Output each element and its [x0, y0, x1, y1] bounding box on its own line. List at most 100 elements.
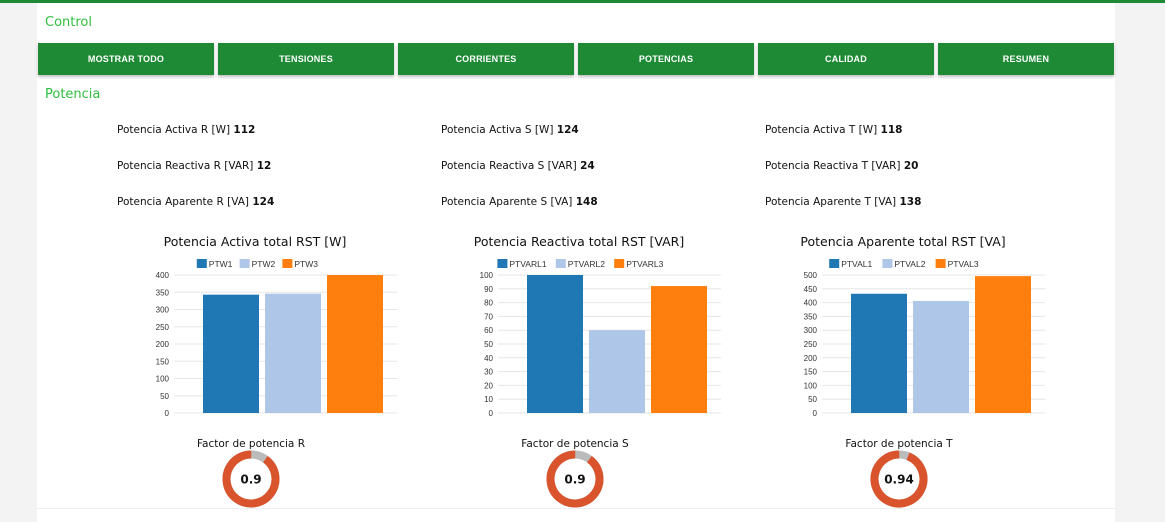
y-tick-label: 400	[804, 299, 818, 308]
y-tick-label: 10	[484, 395, 493, 404]
metric-label: Potencia Activa T [W]	[765, 124, 878, 136]
y-tick-label: 20	[484, 381, 493, 390]
metric-value: 138	[899, 196, 922, 208]
bar-ptvarl1	[527, 275, 583, 413]
legend-swatch	[196, 259, 207, 268]
gauge-title-s: Factor de potencia S	[521, 438, 629, 450]
metric-activa-r: Potencia Activa R [W] 112	[117, 124, 255, 136]
y-tick-label: 70	[484, 312, 493, 321]
mostrar-todo-button[interactable]: MOSTRAR TODO	[38, 43, 214, 75]
legend-label: PTW1	[209, 259, 233, 269]
y-tick-label: 200	[156, 340, 170, 349]
legend-label: PTVAL1	[841, 259, 872, 269]
metric-label: Potencia Reactiva T [VAR]	[765, 160, 901, 172]
chart-potencia-reactiva: Potencia Reactiva total RST [VAR] PTVARL1…	[474, 234, 721, 418]
metric-value: 12	[256, 160, 272, 172]
y-tick-label: 500	[804, 271, 818, 280]
legend-swatch	[882, 259, 893, 268]
y-tick-label: 400	[156, 271, 170, 280]
gauge-value: 0.9	[564, 473, 585, 487]
potencia-section-title: Potencia	[45, 87, 101, 102]
metric-value: 24	[580, 160, 595, 172]
resumen-button[interactable]: RESUMEN	[938, 43, 1114, 75]
y-tick-label: 100	[804, 381, 818, 390]
metric-label: Potencia Reactiva R [VAR]	[117, 160, 254, 172]
metric-reactiva-r: Potencia Reactiva R [VAR] 12	[117, 160, 271, 172]
gauge-value: 0.94	[884, 473, 914, 487]
y-tick-label: 60	[484, 326, 493, 335]
metric-label: Potencia Activa R [W]	[117, 124, 231, 136]
gauge-title-r: Factor de potencia R	[196, 438, 306, 450]
y-tick-label: 450	[804, 285, 818, 294]
y-tick-label: 30	[484, 368, 493, 377]
chart-potencia-activa: Potencia Activa total RST [W] PTW1 PTW2 PTW…	[156, 234, 397, 418]
y-tick-label: 150	[804, 368, 818, 377]
metric-value: 118	[880, 124, 903, 136]
legend-label: PTVARL3	[626, 259, 663, 269]
metric-value: 112	[233, 124, 256, 136]
legend-swatch	[282, 259, 293, 268]
tensiones-button[interactable]: TENSIONES	[218, 43, 394, 75]
metric-value: 124	[556, 124, 579, 136]
metric-aparente-s: Potencia Aparente S [VA] 148	[441, 196, 598, 208]
metric-label: Potencia Reactiva S [VAR]	[441, 160, 577, 172]
y-tick-label: 250	[156, 323, 170, 332]
bar-ptw3	[327, 275, 383, 413]
y-tick-label: 100	[480, 271, 494, 280]
metric-aparente-t: Potencia Aparente T [VA] 138	[765, 196, 921, 208]
legend-swatch	[555, 259, 566, 268]
legend-swatch	[497, 259, 508, 268]
y-tick-label: 150	[156, 357, 170, 366]
gauge-title-t: Factor de potencia T	[845, 438, 953, 450]
bar-ptw2	[265, 293, 321, 413]
legend-label: PTW3	[294, 259, 318, 269]
gauge-factor-r: 0.9	[222, 450, 280, 508]
calidad-button[interactable]: CALIDAD	[758, 43, 934, 75]
bar-ptval1	[851, 293, 907, 413]
bar-ptval3	[975, 276, 1031, 413]
corrientes-button[interactable]: CORRIENTES	[398, 43, 574, 75]
y-tick-label: 50	[808, 395, 817, 404]
y-tick-label: 350	[804, 312, 818, 321]
legend-label: PTVAL2	[894, 259, 925, 269]
y-tick-label: 90	[484, 285, 493, 294]
bar-ptvarl2	[589, 330, 645, 413]
y-tick-label: 40	[484, 354, 493, 363]
metric-activa-t: Potencia Activa T [W] 118	[765, 124, 902, 136]
metric-aparente-r: Potencia Aparente R [VA] 124	[117, 196, 274, 208]
control-section-title: Control	[45, 15, 92, 30]
metric-label: Potencia Aparente S [VA]	[441, 196, 573, 208]
y-tick-label: 80	[484, 299, 493, 308]
legend-swatch	[239, 259, 250, 268]
metric-label: Potencia Aparente R [VA]	[117, 196, 249, 208]
y-tick-label: 0	[813, 409, 818, 418]
legend-label: PTVARL1	[509, 259, 546, 269]
section-divider	[37, 508, 1115, 509]
y-tick-label: 0	[489, 409, 494, 418]
main-panel: Control MOSTRAR TODO TENSIONES CORRIENTE…	[37, 3, 1115, 522]
chart-potencia-aparente: Potencia Aparente total RST [VA] PTVAL1 PT…	[800, 234, 1045, 418]
bar-ptvarl3	[651, 286, 707, 413]
y-tick-label: 50	[484, 340, 493, 349]
potencias-button[interactable]: POTENCIAS	[578, 43, 754, 75]
bar-ptw1	[203, 294, 259, 413]
legend-label: PTW2	[252, 259, 276, 269]
metric-value: 20	[903, 160, 919, 172]
legend-label: PTVARL2	[568, 259, 605, 269]
metric-reactiva-t: Potencia Reactiva T [VAR] 20	[765, 160, 919, 172]
gauge-factor-s: 0.9	[546, 450, 604, 508]
legend-swatch	[614, 259, 625, 268]
legend-swatch	[935, 259, 946, 268]
chart-title: Potencia Activa total RST [W]	[164, 234, 347, 249]
y-tick-label: 100	[156, 375, 170, 384]
chart-title: Potencia Reactiva total RST [VAR]	[474, 234, 685, 249]
legend-swatch	[829, 259, 840, 268]
y-tick-label: 250	[804, 340, 818, 349]
chart-title: Potencia Aparente total RST [VA]	[800, 234, 1005, 249]
y-tick-label: 50	[160, 392, 169, 401]
bar-ptval2	[913, 300, 969, 413]
metric-label: Potencia Aparente T [VA]	[765, 196, 897, 208]
y-tick-label: 350	[156, 288, 170, 297]
metric-value: 124	[252, 196, 275, 208]
view-buttons: MOSTRAR TODO TENSIONES CORRIENTES POTENC…	[38, 43, 1115, 75]
